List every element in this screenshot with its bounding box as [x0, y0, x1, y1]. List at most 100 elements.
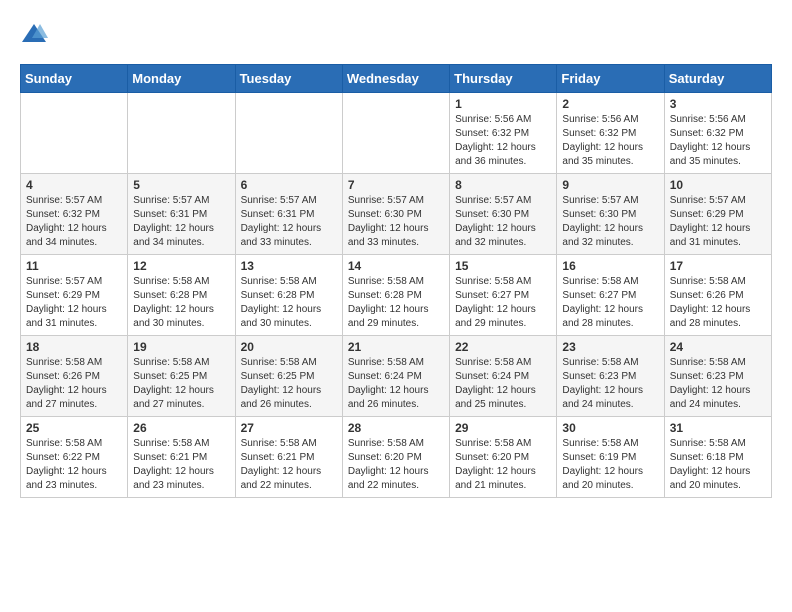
day-number: 28 [348, 421, 444, 435]
day-info: Sunrise: 5:57 AM Sunset: 6:29 PM Dayligh… [26, 275, 122, 331]
day-info: Sunrise: 5:57 AM Sunset: 6:30 PM Dayligh… [455, 194, 551, 250]
calendar-day-cell: 14 Sunrise: 5:58 AM Sunset: 6:28 PM Dayli… [342, 255, 449, 336]
calendar-day-cell: 6Sunrise: 5:57 AM Sunset: 6:31 PM Daylig… [235, 174, 342, 255]
day-info: Sunrise: 5:58 AM Sunset: 6:21 PM Dayligh… [133, 437, 229, 493]
day-number: 9 [562, 178, 658, 192]
calendar-day-cell: 10 Sunrise: 5:57 AM Sunset: 6:29 PM Dayli… [664, 174, 771, 255]
day-info: Sunrise: 5:58 AM Sunset: 6:25 PM Dayligh… [133, 356, 229, 412]
day-number: 21 [348, 340, 444, 354]
calendar-week-row: 1Sunrise: 5:56 AM Sunset: 6:32 PM Daylig… [21, 93, 772, 174]
day-number: 15 [455, 259, 551, 273]
calendar-day-cell: 1Sunrise: 5:56 AM Sunset: 6:32 PM Daylig… [450, 93, 557, 174]
day-info: Sunrise: 5:56 AM Sunset: 6:32 PM Dayligh… [455, 113, 551, 169]
weekday-header: Thursday [450, 65, 557, 93]
calendar-day-cell: 7Sunrise: 5:57 AM Sunset: 6:30 PM Daylig… [342, 174, 449, 255]
day-info: Sunrise: 5:58 AM Sunset: 6:23 PM Dayligh… [562, 356, 658, 412]
day-number: 3 [670, 97, 766, 111]
calendar-day-cell [21, 93, 128, 174]
day-info: Sunrise: 5:58 AM Sunset: 6:19 PM Dayligh… [562, 437, 658, 493]
calendar-day-cell: 3 Sunrise: 5:56 AM Sunset: 6:32 PM Daylig… [664, 93, 771, 174]
day-info: Sunrise: 5:58 AM Sunset: 6:20 PM Dayligh… [348, 437, 444, 493]
weekday-header: Tuesday [235, 65, 342, 93]
calendar-week-row: 11 Sunrise: 5:57 AM Sunset: 6:29 PM Dayli… [21, 255, 772, 336]
day-number: 11 [26, 259, 122, 273]
calendar-day-cell: 19 Sunrise: 5:58 AM Sunset: 6:25 PM Dayli… [128, 336, 235, 417]
day-number: 7 [348, 178, 444, 192]
calendar-day-cell: 21 Sunrise: 5:58 AM Sunset: 6:24 PM Dayli… [342, 336, 449, 417]
day-info: Sunrise: 5:58 AM Sunset: 6:18 PM Dayligh… [670, 437, 766, 493]
calendar-day-cell: 2Sunrise: 5:56 AM Sunset: 6:32 PM Daylig… [557, 93, 664, 174]
day-info: Sunrise: 5:58 AM Sunset: 6:28 PM Dayligh… [241, 275, 337, 331]
day-info: Sunrise: 5:57 AM Sunset: 6:31 PM Dayligh… [133, 194, 229, 250]
day-info: Sunrise: 5:58 AM Sunset: 6:21 PM Dayligh… [241, 437, 337, 493]
day-info: Sunrise: 5:58 AM Sunset: 6:28 PM Dayligh… [133, 275, 229, 331]
calendar-week-row: 4 Sunrise: 5:57 AM Sunset: 6:32 PM Daylig… [21, 174, 772, 255]
calendar-day-cell [235, 93, 342, 174]
calendar-day-cell: 16 Sunrise: 5:58 AM Sunset: 6:27 PM Dayli… [557, 255, 664, 336]
calendar-day-cell: 9 Sunrise: 5:57 AM Sunset: 6:30 PM Daylig… [557, 174, 664, 255]
calendar-day-cell: 23 Sunrise: 5:58 AM Sunset: 6:23 PM Dayli… [557, 336, 664, 417]
calendar-day-cell: 28 Sunrise: 5:58 AM Sunset: 6:20 PM Dayli… [342, 417, 449, 498]
day-number: 4 [26, 178, 122, 192]
day-number: 25 [26, 421, 122, 435]
weekday-header: Sunday [21, 65, 128, 93]
day-info: Sunrise: 5:58 AM Sunset: 6:22 PM Dayligh… [26, 437, 122, 493]
calendar-day-cell: 18 Sunrise: 5:58 AM Sunset: 6:26 PM Dayli… [21, 336, 128, 417]
day-info: Sunrise: 5:57 AM Sunset: 6:31 PM Dayligh… [241, 194, 337, 250]
day-info: Sunrise: 5:58 AM Sunset: 6:26 PM Dayligh… [670, 275, 766, 331]
day-info: Sunrise: 5:58 AM Sunset: 6:20 PM Dayligh… [455, 437, 551, 493]
calendar-day-cell: 13Sunrise: 5:58 AM Sunset: 6:28 PM Dayli… [235, 255, 342, 336]
day-info: Sunrise: 5:58 AM Sunset: 6:27 PM Dayligh… [562, 275, 658, 331]
day-number: 26 [133, 421, 229, 435]
day-number: 23 [562, 340, 658, 354]
calendar-day-cell: 24 Sunrise: 5:58 AM Sunset: 6:23 PM Dayli… [664, 336, 771, 417]
day-info: Sunrise: 5:58 AM Sunset: 6:27 PM Dayligh… [455, 275, 551, 331]
day-info: Sunrise: 5:58 AM Sunset: 6:24 PM Dayligh… [348, 356, 444, 412]
day-number: 24 [670, 340, 766, 354]
day-info: Sunrise: 5:56 AM Sunset: 6:32 PM Dayligh… [670, 113, 766, 169]
calendar-day-cell: 8 Sunrise: 5:57 AM Sunset: 6:30 PM Daylig… [450, 174, 557, 255]
day-number: 16 [562, 259, 658, 273]
day-info: Sunrise: 5:57 AM Sunset: 6:29 PM Dayligh… [670, 194, 766, 250]
weekday-header: Friday [557, 65, 664, 93]
day-info: Sunrise: 5:58 AM Sunset: 6:28 PM Dayligh… [348, 275, 444, 331]
calendar-day-cell [128, 93, 235, 174]
calendar-day-cell: 5 Sunrise: 5:57 AM Sunset: 6:31 PM Daylig… [128, 174, 235, 255]
calendar-day-cell: 27 Sunrise: 5:58 AM Sunset: 6:21 PM Dayli… [235, 417, 342, 498]
calendar-day-cell: 4 Sunrise: 5:57 AM Sunset: 6:32 PM Daylig… [21, 174, 128, 255]
calendar-day-cell: 25 Sunrise: 5:58 AM Sunset: 6:22 PM Dayli… [21, 417, 128, 498]
calendar-day-cell: 11 Sunrise: 5:57 AM Sunset: 6:29 PM Dayli… [21, 255, 128, 336]
day-number: 5 [133, 178, 229, 192]
day-info: Sunrise: 5:57 AM Sunset: 6:30 PM Dayligh… [562, 194, 658, 250]
weekday-header: Wednesday [342, 65, 449, 93]
day-info: Sunrise: 5:58 AM Sunset: 6:24 PM Dayligh… [455, 356, 551, 412]
page: SundayMondayTuesdayWednesdayThursdayFrid… [0, 0, 792, 518]
calendar-day-cell: 29Sunrise: 5:58 AM Sunset: 6:20 PM Dayli… [450, 417, 557, 498]
day-number: 19 [133, 340, 229, 354]
day-number: 10 [670, 178, 766, 192]
calendar-day-cell: 22 Sunrise: 5:58 AM Sunset: 6:24 PM Dayli… [450, 336, 557, 417]
day-info: Sunrise: 5:57 AM Sunset: 6:32 PM Dayligh… [26, 194, 122, 250]
calendar-day-cell: 17 Sunrise: 5:58 AM Sunset: 6:26 PM Dayli… [664, 255, 771, 336]
day-number: 8 [455, 178, 551, 192]
calendar-day-cell: 26 Sunrise: 5:58 AM Sunset: 6:21 PM Dayli… [128, 417, 235, 498]
day-info: Sunrise: 5:58 AM Sunset: 6:23 PM Dayligh… [670, 356, 766, 412]
calendar-day-cell: 30 Sunrise: 5:58 AM Sunset: 6:19 PM Dayli… [557, 417, 664, 498]
logo [20, 20, 52, 48]
calendar-header-row: SundayMondayTuesdayWednesdayThursdayFrid… [21, 65, 772, 93]
day-number: 27 [241, 421, 337, 435]
day-number: 14 [348, 259, 444, 273]
day-number: 30 [562, 421, 658, 435]
day-number: 18 [26, 340, 122, 354]
day-info: Sunrise: 5:58 AM Sunset: 6:26 PM Dayligh… [26, 356, 122, 412]
day-number: 17 [670, 259, 766, 273]
weekday-header: Monday [128, 65, 235, 93]
day-number: 12 [133, 259, 229, 273]
day-info: Sunrise: 5:58 AM Sunset: 6:25 PM Dayligh… [241, 356, 337, 412]
day-number: 22 [455, 340, 551, 354]
weekday-header: Saturday [664, 65, 771, 93]
calendar-day-cell: 12 Sunrise: 5:58 AM Sunset: 6:28 PM Dayli… [128, 255, 235, 336]
calendar-day-cell: 15 Sunrise: 5:58 AM Sunset: 6:27 PM Dayli… [450, 255, 557, 336]
logo-icon [20, 20, 48, 48]
calendar-week-row: 25 Sunrise: 5:58 AM Sunset: 6:22 PM Dayli… [21, 417, 772, 498]
